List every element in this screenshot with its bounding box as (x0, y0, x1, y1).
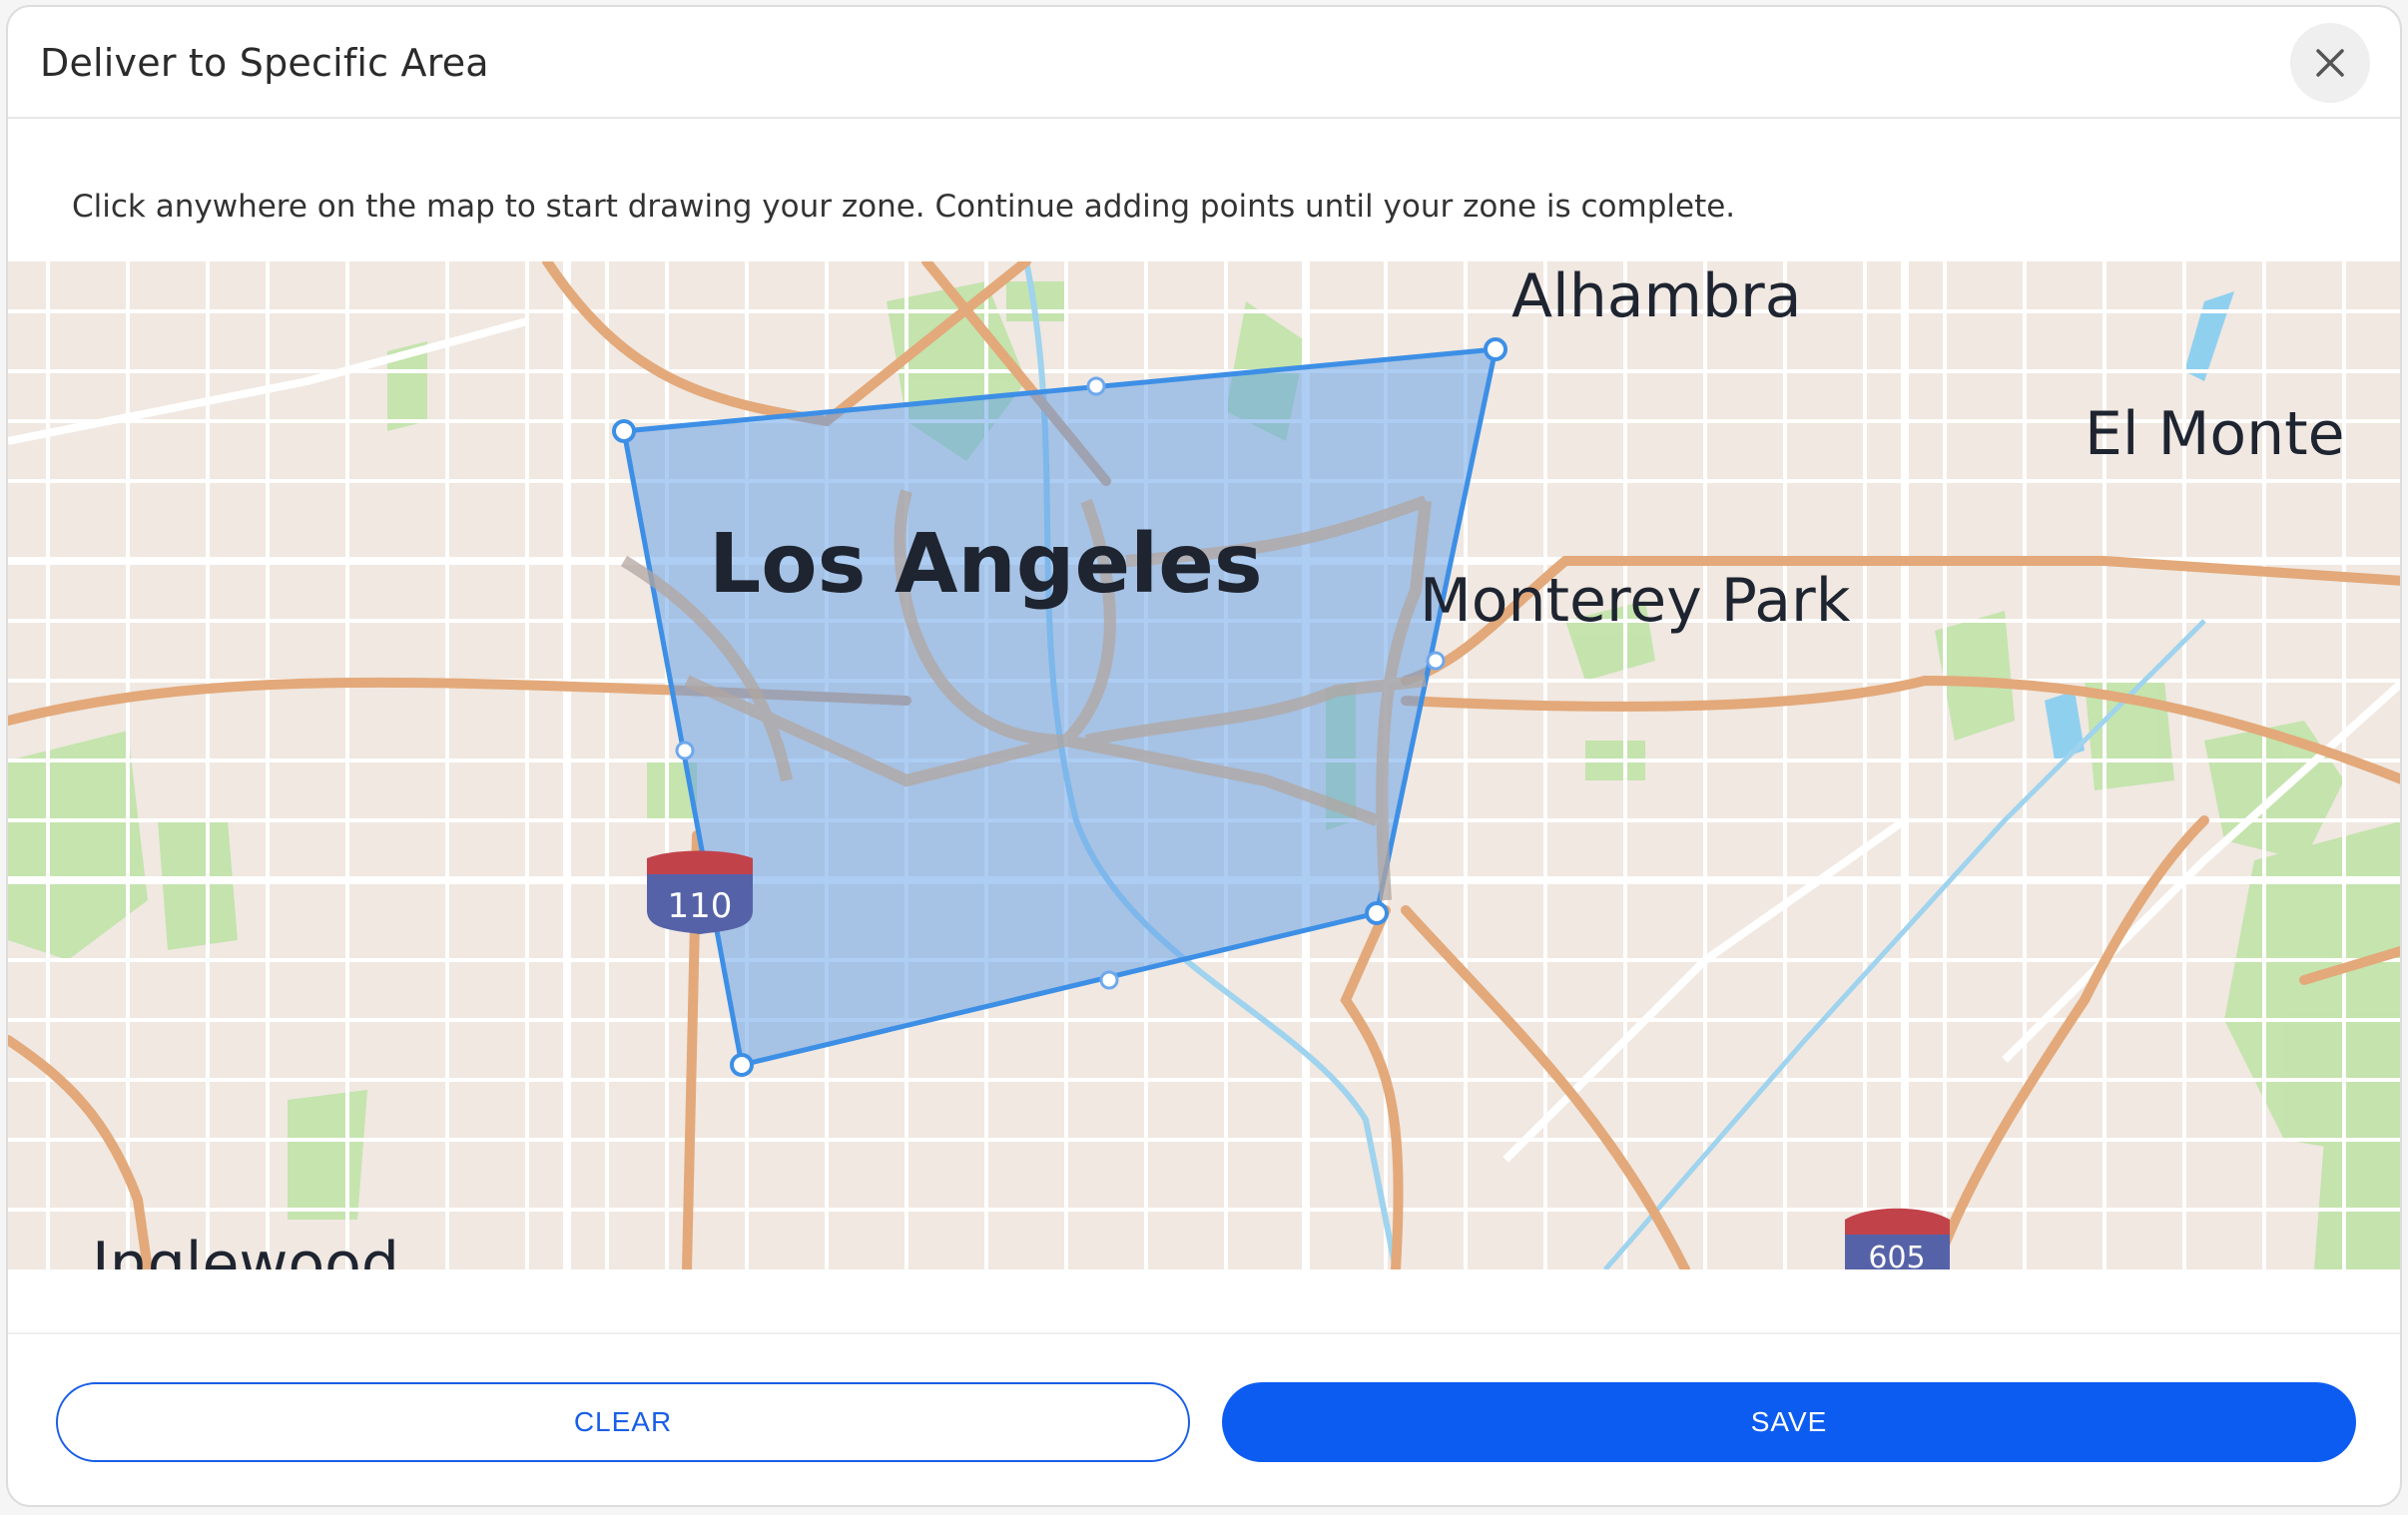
map-label-monterey-park: Monterey Park (1420, 566, 1851, 636)
map-label-el-monte: El Monte (2085, 399, 2345, 469)
save-button[interactable]: SAVE (1222, 1382, 2356, 1462)
delivery-area-dialog: Deliver to Specific Area Click anywhere … (6, 5, 2402, 1507)
svg-text:605: 605 (1868, 1241, 1925, 1269)
close-icon (2316, 49, 2344, 77)
clear-button[interactable]: CLEAR (56, 1382, 1190, 1462)
map-canvas[interactable]: 605 110 Los Angeles Alhambra El Monte Mo… (8, 261, 2400, 1269)
close-button[interactable] (2290, 23, 2370, 103)
interstate-110-shield: 110 (647, 850, 753, 934)
interstate-605-shield: 605 (1845, 1208, 1950, 1269)
footer-divider (8, 1332, 2400, 1334)
dialog-header: Deliver to Specific Area (8, 7, 2400, 119)
dialog-title: Deliver to Specific Area (40, 41, 489, 85)
map-graphic: 605 110 (8, 261, 2400, 1269)
instructions-text: Click anywhere on the map to start drawi… (72, 189, 1736, 225)
map-label-los-angeles: Los Angeles (709, 517, 1263, 612)
map-label-inglewood: Inglewood (92, 1230, 399, 1269)
svg-text:110: 110 (668, 886, 733, 926)
map-label-alhambra: Alhambra (1511, 261, 1802, 331)
